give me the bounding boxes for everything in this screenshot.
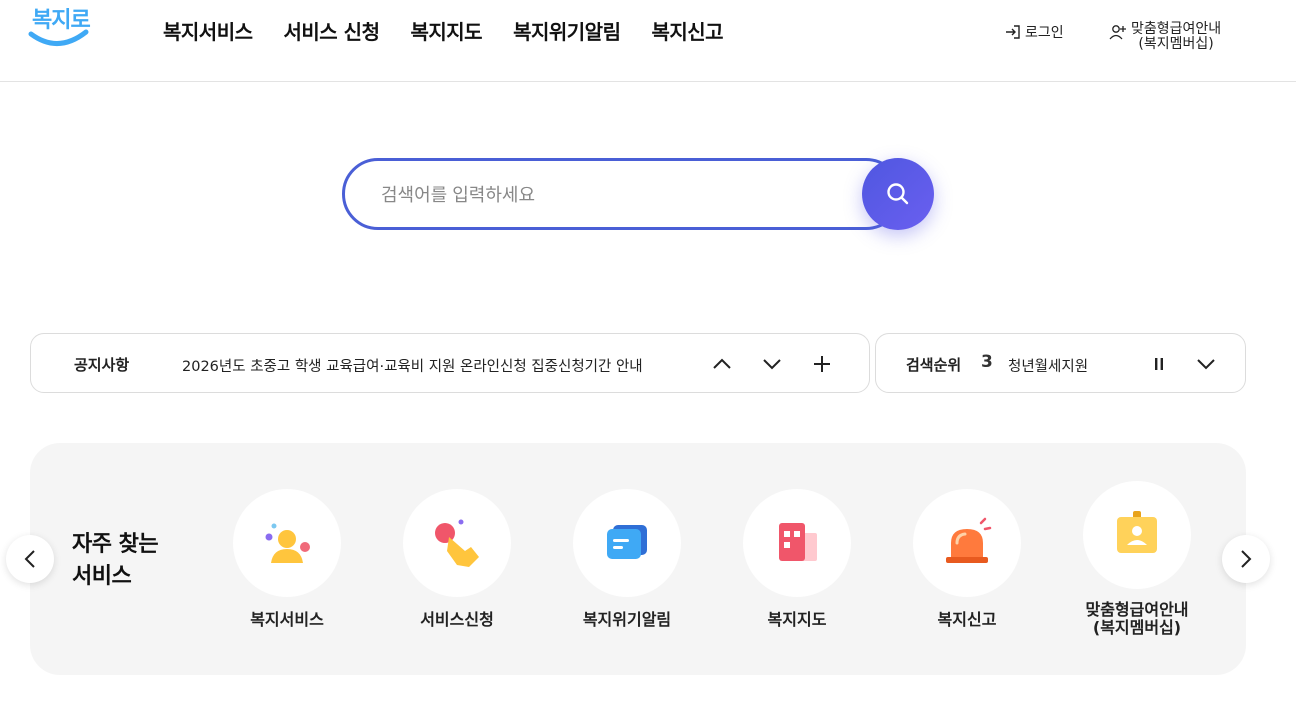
service-welfare-map[interactable]: 복지지도	[727, 489, 867, 629]
membership-link[interactable]: 맞춤형급여안내 (복지멤버십)	[1109, 22, 1221, 52]
rank-pause-button[interactable]	[1145, 350, 1173, 378]
search-area	[342, 158, 934, 230]
frequent-services-panel: 자주 찾는 서비스 복지서비스 서비스신청 복지위기알림 복지지도 복지신고 맞…	[30, 443, 1246, 675]
service-welfare-map-label: 복지지도	[767, 610, 827, 629]
frequent-services-title: 자주 찾는 서비스	[72, 529, 159, 593]
rank-expand-button[interactable]	[1192, 350, 1220, 378]
building-icon	[779, 523, 817, 561]
rank-label: 검색순위	[906, 356, 962, 374]
carousel-prev-button[interactable]	[6, 535, 54, 583]
service-welfare-report-circle	[913, 489, 1021, 597]
message-icon	[607, 525, 647, 559]
service-welfare[interactable]: 복지서비스	[217, 489, 357, 629]
notice-more-button[interactable]	[808, 350, 836, 378]
service-apply-circle	[403, 489, 511, 597]
login-label: 로그인	[1025, 25, 1064, 41]
service-apply-label: 서비스신청	[420, 610, 494, 629]
service-membership-circle	[1083, 481, 1191, 589]
nav-crisis-alert[interactable]: 복지위기알림	[513, 16, 621, 45]
notice-text[interactable]: 2026년도 초중고 학생 교육급여·교육비 지원 온라인신청 집중신청기간 안…	[182, 355, 643, 376]
search-rank-bar: 검색순위 3 청년월세지원	[875, 333, 1246, 393]
membership-label-line2: (복지멤버십)	[1138, 36, 1214, 52]
carousel-next-button[interactable]	[1222, 535, 1270, 583]
notice-label: 공지사항	[74, 356, 130, 374]
nav-welfare-report[interactable]: 복지신고	[651, 16, 723, 45]
search-input[interactable]	[381, 181, 841, 209]
service-crisis-alert-label: 복지위기알림	[582, 610, 672, 629]
person-icon	[265, 523, 310, 563]
service-membership-label: 맞춤형급여안내 (복지멤버십)	[1085, 600, 1189, 637]
service-welfare-map-circle	[743, 489, 851, 597]
search-icon	[887, 183, 909, 205]
pause-icon	[1155, 358, 1163, 370]
hand-tap-icon	[435, 519, 479, 567]
rank-number: 3	[981, 352, 993, 372]
nav-welfare-map[interactable]: 복지지도	[410, 16, 482, 45]
plus-icon	[814, 356, 830, 372]
chevron-right-icon	[1241, 550, 1252, 568]
login-link[interactable]: 로그인	[1005, 22, 1064, 42]
frequent-title-line2: 서비스	[72, 564, 132, 589]
id-card-icon	[1117, 511, 1157, 553]
search-button[interactable]	[862, 158, 934, 230]
notice-next-button[interactable]	[758, 350, 786, 378]
service-membership[interactable]: 맞춤형급여안내 (복지멤버십)	[1067, 481, 1207, 637]
chevron-down-icon	[763, 359, 781, 370]
service-welfare-report-label: 복지신고	[937, 610, 997, 629]
service-welfare-label: 복지서비스	[250, 610, 324, 629]
add-user-icon	[1109, 25, 1126, 40]
chevron-left-icon	[24, 550, 35, 568]
nav-service-apply[interactable]: 서비스 신청	[284, 16, 380, 45]
chevron-down-icon	[1197, 359, 1215, 370]
logo-smile-icon	[28, 29, 89, 46]
nav-welfare-service[interactable]: 복지서비스	[163, 16, 253, 45]
notice-prev-button[interactable]	[708, 350, 736, 378]
siren-icon	[946, 517, 992, 563]
chevron-up-icon	[713, 358, 731, 369]
login-icon	[1006, 25, 1020, 39]
service-crisis-alert-circle	[573, 489, 681, 597]
frequent-title-line1: 자주 찾는	[72, 532, 159, 557]
notice-bar: 공지사항 2026년도 초중고 학생 교육급여·교육비 지원 온라인신청 집중신…	[30, 333, 870, 393]
site-header: 복지로 복지서비스 서비스 신청 복지지도 복지위기알림 복지신고 로그인 맞춤…	[0, 0, 1296, 82]
search-box	[342, 158, 902, 230]
membership-label-line1: 맞춤형급여안내	[1131, 21, 1222, 37]
logo[interactable]: 복지로	[28, 2, 94, 54]
service-apply[interactable]: 서비스신청	[387, 489, 527, 629]
service-welfare-circle	[233, 489, 341, 597]
service-welfare-report[interactable]: 복지신고	[897, 489, 1037, 629]
rank-keyword[interactable]: 청년월세지원	[1008, 355, 1088, 376]
main-nav: 복지서비스 서비스 신청 복지지도 복지위기알림 복지신고	[163, 16, 754, 45]
service-crisis-alert[interactable]: 복지위기알림	[557, 489, 697, 629]
